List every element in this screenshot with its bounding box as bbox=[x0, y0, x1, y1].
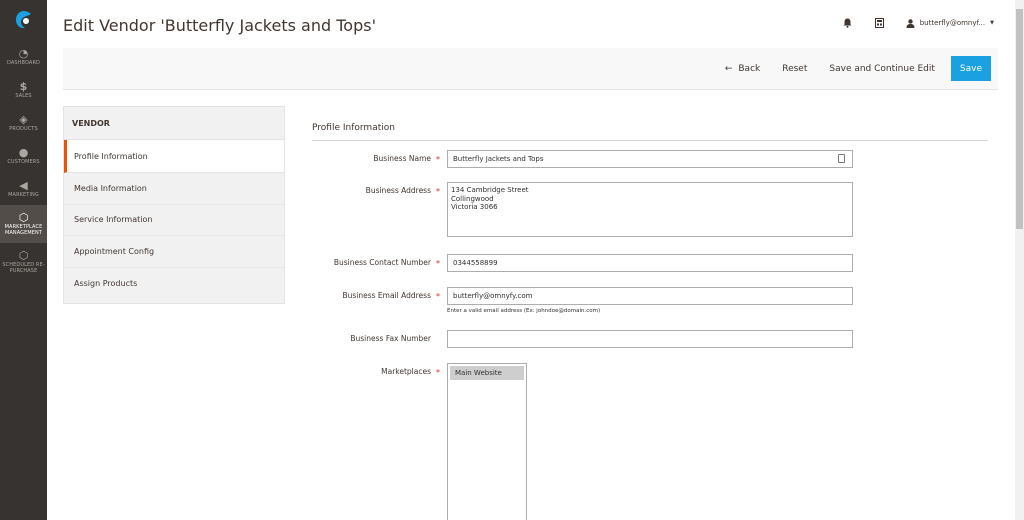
nav-label: MARKETPLACE MANAGEMENT bbox=[4, 224, 43, 236]
tab-assign-products[interactable]: Assign Products bbox=[64, 268, 284, 300]
tabs-title: VENDOR bbox=[64, 107, 284, 140]
required-mark: * bbox=[436, 187, 440, 196]
admin-sidebar: ◔ DASHBOARD $ SALES ◈ PRODUCTS ● CUSTOME… bbox=[0, 0, 47, 520]
arrow-left-icon: ← bbox=[724, 63, 733, 74]
email-note: Enter a valid email address (Ex: johndoe… bbox=[447, 308, 601, 314]
person-icon: ● bbox=[18, 145, 29, 159]
cube-icon: ◈ bbox=[19, 112, 28, 126]
email-input[interactable]: butterfly@omnyfy.com bbox=[447, 287, 853, 305]
contact-card-icon bbox=[838, 154, 845, 163]
nav-products[interactable]: ◈ PRODUCTS bbox=[0, 106, 47, 139]
marketplaces-multiselect[interactable]: Main Website bbox=[447, 363, 527, 520]
save-and-continue-button[interactable]: Save and Continue Edit bbox=[818, 56, 946, 81]
business-name-input[interactable]: Butterfly Jackets and Tops bbox=[447, 150, 853, 168]
required-mark: * bbox=[436, 292, 440, 301]
page-title: Edit Vendor 'Butterfly Jackets and Tops' bbox=[63, 16, 376, 35]
vendor-tabs: VENDOR Profile Information Media Informa… bbox=[63, 106, 285, 304]
user-icon bbox=[906, 18, 915, 28]
tab-appointment-config[interactable]: Appointment Config bbox=[64, 236, 284, 268]
required-mark: * bbox=[436, 155, 440, 164]
contact-number-label: Business Contact Number bbox=[333, 258, 431, 267]
nav-label: CUSTOMERS bbox=[7, 158, 40, 165]
dashboard-icon: ◔ bbox=[18, 46, 29, 60]
hexagon-icon: ⬡ bbox=[18, 211, 29, 224]
hexagon-outline-icon: ⬡ bbox=[18, 249, 29, 262]
marketplace-option[interactable]: Main Website bbox=[450, 366, 524, 380]
back-button[interactable]: ← Back bbox=[714, 56, 771, 81]
required-mark: * bbox=[436, 259, 440, 268]
contact-number-input[interactable]: 0344558899 bbox=[447, 254, 853, 272]
fax-input[interactable] bbox=[447, 330, 853, 348]
nav-label: DASHBOARD bbox=[7, 59, 40, 66]
fax-label: Business Fax Number bbox=[350, 334, 431, 343]
bell-icon[interactable] bbox=[842, 17, 854, 29]
logo-icon bbox=[15, 11, 31, 29]
header-actions: butterfly@omnyf... ▼ bbox=[842, 16, 994, 30]
nav-label: PRODUCTS bbox=[9, 125, 38, 132]
user-menu[interactable]: butterfly@omnyf... ▼ bbox=[906, 18, 994, 28]
reset-button[interactable]: Reset bbox=[771, 56, 818, 81]
nav-label: SALES bbox=[15, 92, 32, 99]
caret-down-icon: ▼ bbox=[990, 20, 994, 26]
megaphone-icon: ◀ bbox=[19, 178, 28, 192]
nav-dashboard[interactable]: ◔ DASHBOARD bbox=[0, 40, 47, 73]
business-address-label: Business Address bbox=[365, 186, 431, 195]
business-name-label: Business Name bbox=[373, 154, 431, 163]
calendar-icon[interactable] bbox=[874, 17, 886, 29]
tab-media-information[interactable]: Media Information bbox=[64, 173, 284, 205]
nav-scheduled-repurchase[interactable]: ⬡ SCHEDULED RE-PURCHASE bbox=[0, 243, 47, 281]
user-email: butterfly@omnyf... bbox=[919, 19, 986, 27]
section-title: Profile Information bbox=[312, 123, 395, 133]
nav-label: MARKETING bbox=[8, 191, 39, 198]
nav-marketing[interactable]: ◀ MARKETING bbox=[0, 172, 47, 205]
back-label: Back bbox=[738, 63, 761, 74]
logo[interactable] bbox=[0, 0, 47, 40]
nav-label: SCHEDULED RE-PURCHASE bbox=[2, 262, 45, 274]
nav-marketplace-management[interactable]: ⬡ MARKETPLACE MANAGEMENT bbox=[0, 205, 47, 243]
nav-sales[interactable]: $ SALES bbox=[0, 73, 47, 106]
page-scrollbar[interactable] bbox=[1015, 0, 1024, 520]
nav-customers[interactable]: ● CUSTOMERS bbox=[0, 139, 47, 172]
section-divider bbox=[312, 140, 988, 141]
tab-profile-information[interactable]: Profile Information bbox=[64, 140, 284, 173]
required-mark: * bbox=[436, 368, 440, 377]
business-address-textarea[interactable]: 134 Cambridge Street Collingwood Victori… bbox=[447, 182, 853, 237]
email-label: Business Email Address bbox=[342, 291, 431, 300]
scrollbar-thumb[interactable] bbox=[1016, 9, 1023, 229]
page-actions-bar: ← Back Reset Save and Continue Edit Save bbox=[63, 48, 998, 90]
marketplaces-label: Marketplaces bbox=[381, 367, 431, 376]
dollar-icon: $ bbox=[19, 79, 28, 93]
tab-service-information[interactable]: Service Information bbox=[64, 205, 284, 236]
save-button[interactable]: Save bbox=[950, 56, 991, 81]
